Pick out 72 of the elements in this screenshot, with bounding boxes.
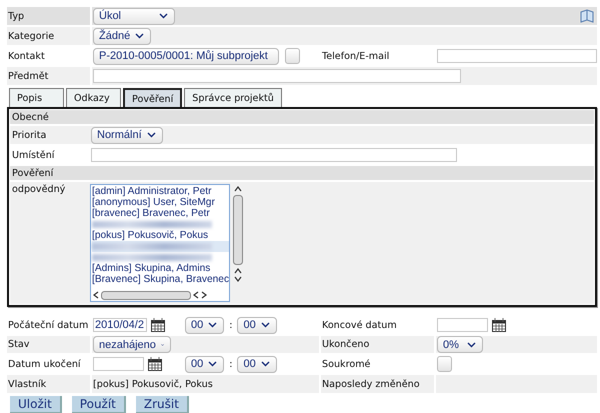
input-field[interactable]: 2010/04/2 [93,318,147,332]
scroll-up-icon[interactable] [234,186,242,192]
calendar-icon[interactable] [151,318,165,332]
caret-icon [260,322,270,328]
field-label: Počáteční datum [7,318,90,332]
list-box[interactable]: [admin] Administrator, Petr [anonymous] User, SiteMgr [bravenec] Bravenec, Petr [pokus] Pokusovič, Pokus [Admins] Skupina, Admins [Bravenec] Skupina, Bravenec [90,184,230,302]
time-separator: : [228,320,234,330]
field-label: Kategorie [7,27,90,45]
book-icon[interactable] [580,9,594,23]
field-label: Datum ukočení [7,358,82,372]
input-field[interactable] [93,69,461,83]
scroll-left-icon[interactable] [93,291,99,299]
list-item[interactable]: [bravenec] Bravenec, Petr [92,208,229,219]
field-label: Stav [7,336,90,353]
field-label: Telefon/E-mail [321,50,390,64]
input-field[interactable] [437,318,488,332]
list-item[interactable]: [admin] Administrator, Petr [92,186,229,197]
input-field[interactable] [91,148,457,162]
button[interactable]: Použít [72,396,126,413]
input-field[interactable] [93,357,144,371]
tab[interactable]: Správce projektů [184,88,282,107]
scroll-arrows-icon[interactable] [234,268,242,282]
dropdown[interactable]: 00 [185,316,224,334]
caret-icon [159,13,168,19]
field-label: Typ [7,7,90,25]
checkbox[interactable] [285,48,300,64]
caret-icon [260,361,270,367]
calendar-icon[interactable] [492,318,506,332]
tab[interactable]: Odkazy [66,88,121,107]
dropdown[interactable]: 00 [185,356,224,372]
field-label: Předmět [7,67,90,85]
field-value: [pokus] Pokusovič, Pokus [92,375,319,393]
field-label: Naposledy změněno [321,375,434,393]
button[interactable]: Zrušit [136,396,189,413]
field-label: Vlastník [7,375,90,393]
dropdown[interactable]: Normální [91,126,163,144]
field-label: Umístění [11,148,56,162]
caret-icon [146,132,156,138]
scroll-arrows-icon[interactable] [193,291,207,299]
section-header: Obecné [10,110,594,124]
caret-icon [135,33,144,39]
button[interactable]: Uložit [10,396,62,413]
dropdown[interactable]: 00 [237,356,277,372]
field-label: Kontakt [7,50,46,64]
input-field[interactable] [437,49,597,63]
dropdown[interactable]: 00 [237,316,277,334]
tab[interactable]: Popis [9,88,64,107]
dropdown[interactable]: P-2010-0005/0001: Můj subprojekt [93,48,279,64]
dropdown[interactable]: nezahájeno [93,336,171,353]
scrollbar-thumb[interactable] [233,195,243,265]
caret-icon [467,342,476,348]
checkbox[interactable] [437,356,452,372]
calendar-icon[interactable] [148,357,162,371]
scrollbar-thumb[interactable] [101,290,191,300]
list-item[interactable]: [pokus] Pokusovič, Pokus [92,230,229,241]
list-item[interactable]: [anonymous] User, SiteMgr [92,197,229,208]
list-item[interactable] [92,241,229,252]
field-label: Ukončeno [321,336,434,353]
list-item[interactable]: [Admins] Skupina, Admins [92,263,229,274]
field-label: Soukromé [321,358,372,372]
dropdown[interactable]: 0% [437,336,483,353]
field-label: odpovědný [10,182,90,304]
field-label: Koncové datum [321,318,398,332]
dropdown[interactable]: Úkol [93,8,175,24]
field-label: Priorita [10,126,90,144]
tab[interactable]: Pověření [123,88,182,107]
dropdown[interactable]: Žádné [93,28,152,44]
caret-icon [208,361,218,367]
section-header: Pověření [10,166,594,180]
time-separator: : [228,358,234,370]
caret-icon [208,322,218,328]
list-item[interactable]: [Bravenec] Skupina, Bravenec [92,274,229,285]
